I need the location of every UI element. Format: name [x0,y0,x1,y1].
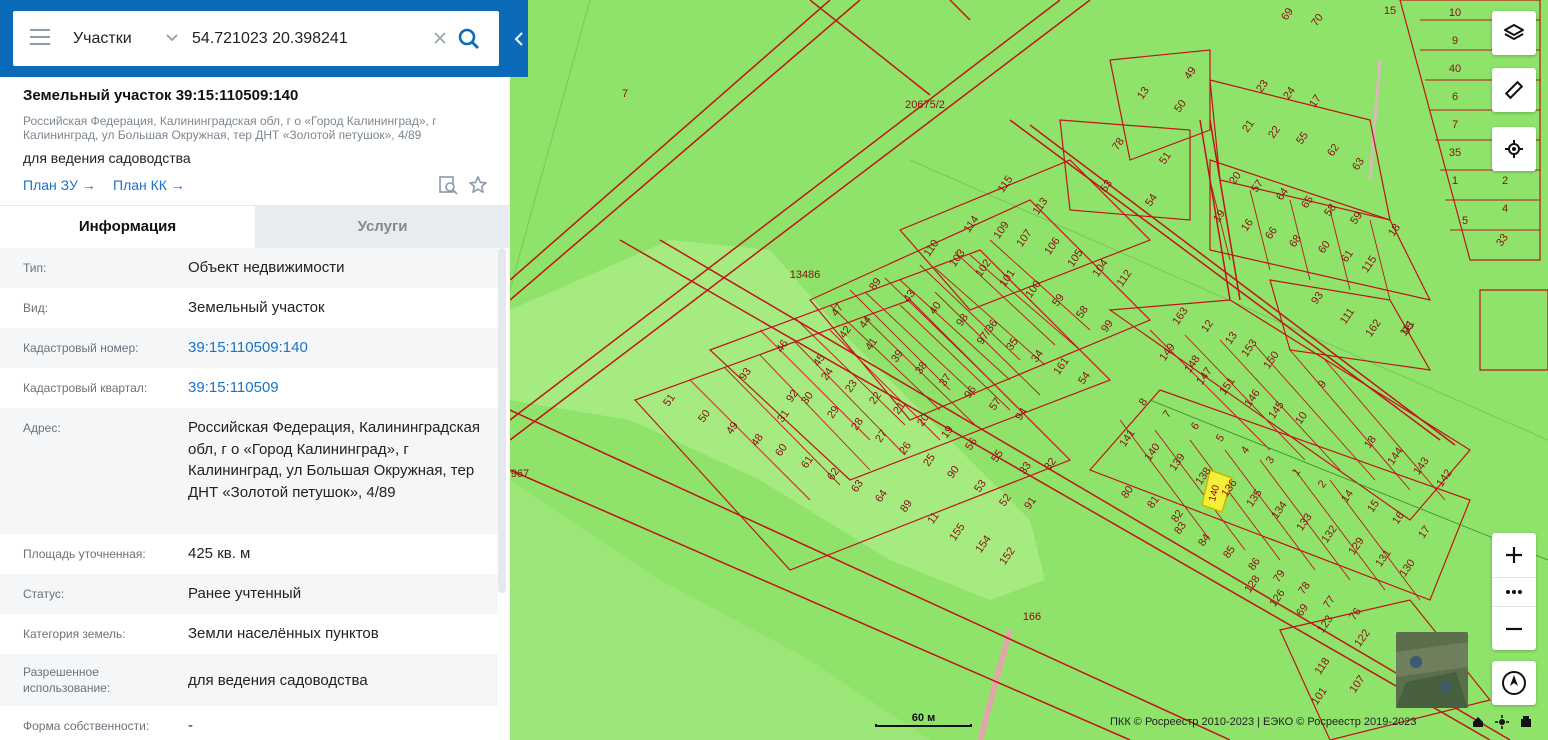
info-key: Категория земель: [23,627,126,641]
compass-icon [1502,671,1526,695]
satellite-basemap-thumbnail[interactable] [1396,632,1468,708]
search-icon[interactable] [457,27,481,51]
info-row: Категория земель: Земли населённых пункто… [0,614,498,654]
info-row: Разрешенное использование: для ведения са… [0,654,498,706]
layers-icon [1504,24,1524,40]
parcel-label: 10 [1449,7,1461,19]
info-key: Кадастровый квартал: [23,381,148,395]
tab-information[interactable]: Информация [0,206,255,248]
scale-line [875,724,972,727]
info-key: Тип: [23,261,47,275]
layers-button[interactable] [1492,11,1536,55]
info-row: Площадь уточненная: 425 кв. м [0,534,498,574]
parcel-label: 7 [622,88,628,100]
ruler-button[interactable] [1492,68,1536,112]
info-row: Вид: Земельный участок [0,288,498,328]
info-key: Площадь уточненная: [23,547,146,561]
locate-icon [1505,140,1523,158]
scale-label: 60 м [911,712,936,724]
info-key: Форма собственности: [23,719,150,733]
object-usage: для ведения садоводства [23,150,191,166]
parcel-label: 15 [1384,5,1396,17]
search-input[interactable]: 54.721023 20.398241 [192,30,348,48]
info-value-link[interactable]: 39:15:110509:140 [188,337,488,359]
ruler-icon [1504,80,1524,100]
more-button[interactable] [1492,577,1536,607]
chevron-left-icon[interactable] [509,28,529,50]
info-value: Земельный участок [188,299,325,316]
info-row: Форма собственности: - [0,706,498,740]
info-key: Разрешенное использование: [23,665,111,695]
search-bar: Участки 54.721023 20.398241 [0,0,528,77]
parcel-label: 1 [1452,175,1458,187]
info-row: Тип: Объект недвижимости [0,248,498,288]
minus-icon [1506,627,1522,630]
map-canvas[interactable]: 720675/21348696716615 1094067351 2453369 70… [509,0,1548,740]
zoom-controls [1492,533,1536,650]
plan-zu-link[interactable]: План ЗУ → [23,177,96,193]
chevron-down-icon[interactable] [164,30,180,46]
info-key: Кадастровый номер: [23,341,139,355]
close-icon[interactable] [431,29,449,47]
locate-small-icon[interactable] [1495,715,1509,729]
zoom-out-button[interactable] [1492,607,1536,650]
parcel-label: 13486 [790,269,821,281]
parcel-label: 2 [1502,175,1508,187]
parcel-label: 5 [1462,215,1468,227]
more-icon [1506,590,1522,594]
copyright-text: ПКК © Росреестр 2010-2023 | ЕЭКО © Росре… [1110,716,1417,728]
info-value: - [188,717,193,734]
tabs: Информация Услуги [0,205,510,248]
info-row: Кадастровый квартал: 39:15:110509 [0,368,498,408]
scrollbar[interactable] [498,248,506,593]
info-row: Адрес: Российская Федерация, Калининградс… [0,408,498,534]
parcel-label: 7 [1452,119,1458,131]
parcel-label: 35 [1449,147,1461,159]
zoom-in-button[interactable] [1492,533,1536,577]
info-table: Тип: Объект недвижимости Вид: Земельный уча… [0,248,498,740]
info-row: Кадастровый номер: 39:15:110509:140 [0,328,498,368]
info-row: Статус: Ранее учтенный [0,574,498,614]
info-key: Статус: [23,587,65,601]
info-panel: Земельный участок 39:15:110509:140 Росси… [0,0,510,740]
info-value: для ведения садоводства [188,672,368,689]
info-value: Ранее учтенный [188,585,302,602]
info-value: Объект недвижимости [188,259,345,276]
object-title: Земельный участок 39:15:110509:140 [23,87,299,104]
home-icon[interactable] [1471,715,1485,729]
locate-button[interactable] [1492,127,1536,171]
info-value: Земли населённых пунктов [188,625,379,642]
info-value: 425 кв. м [188,545,251,562]
info-value: Российская Федерация, Калининградская об… [188,419,481,501]
parcel-label: 9 [1452,35,1458,47]
parcel-label: 166 [1023,611,1041,623]
search-type-select[interactable]: Участки [73,30,132,48]
print-icon[interactable] [1519,715,1533,729]
tab-services[interactable]: Услуги [255,206,510,248]
find-on-map-icon[interactable] [438,175,458,195]
parcel-label: 967 [511,468,529,480]
parcel-label: 40 [1449,63,1461,75]
search-box: Участки 54.721023 20.398241 [13,11,499,66]
parcel-label: 20675/2 [905,99,945,111]
compass-button[interactable] [1492,661,1536,705]
info-key: Адрес: [23,421,61,435]
parcel-label: 6 [1452,91,1458,103]
scale-bar: 60 м [875,712,972,727]
star-icon[interactable] [468,175,488,195]
plus-icon [1506,547,1522,563]
menu-icon[interactable] [30,29,50,45]
cadastral-map[interactable]: 7 20675/2 13486 967 166 15 10 9 40 6 7 35 1 2 4 5 33 69 70… [509,0,1548,740]
info-key: Вид: [23,301,49,315]
info-value-link[interactable]: 39:15:110509 [188,377,488,399]
plan-kk-link[interactable]: План КК → [113,177,185,193]
object-address: Российская Федерация, Калининградская об… [23,114,437,142]
parcel-label: 4 [1502,203,1508,215]
